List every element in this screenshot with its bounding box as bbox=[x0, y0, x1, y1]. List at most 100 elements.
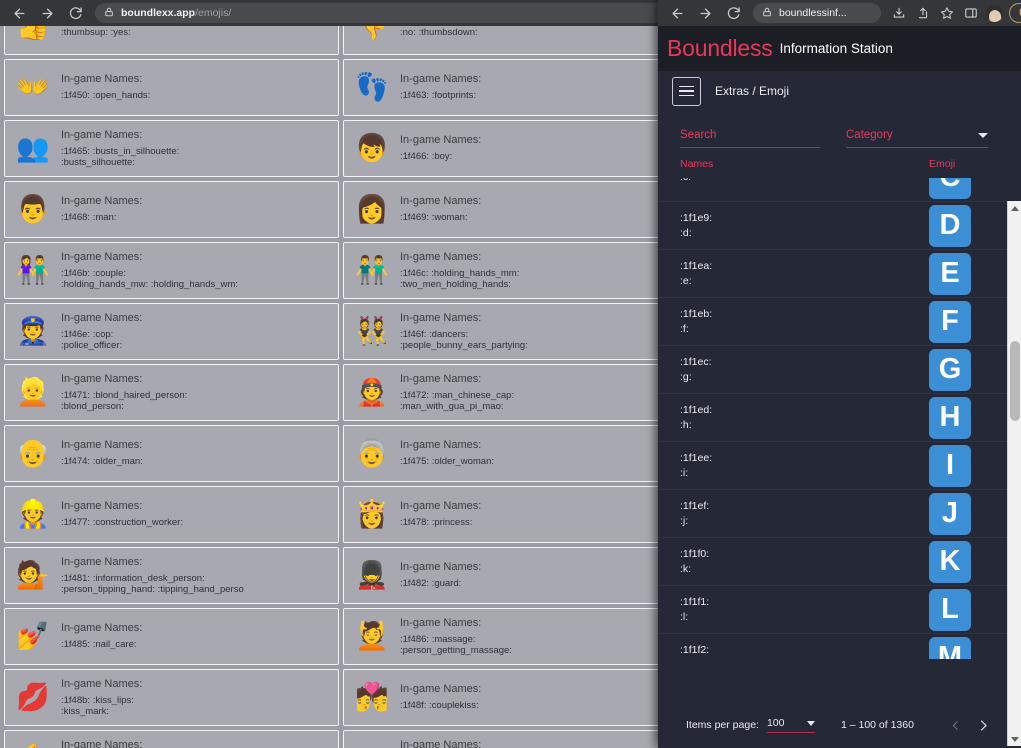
reload-button[interactable] bbox=[62, 2, 88, 24]
emoji-card[interactable]: 💪In-game Names::1f4aa: :muscle::right_bi… bbox=[4, 730, 339, 748]
emoji-card[interactable]: 👲 In-game Names::1f472: :man_chinese_cap:… bbox=[343, 364, 678, 421]
table-row[interactable]: :c:C bbox=[658, 178, 1021, 202]
table-row[interactable]: :1f1f2::m:M bbox=[658, 634, 1021, 659]
emoji-card[interactable]: 👩 In-game Names::1f469: :woman: bbox=[343, 181, 678, 238]
back-button[interactable] bbox=[6, 2, 32, 24]
reload-button[interactable] bbox=[720, 2, 746, 24]
emoji-glyph: 👲 bbox=[355, 377, 389, 407]
emoji-names: :1f44d: :+1::thumbsup: :yes: bbox=[61, 26, 131, 38]
table-row[interactable]: :1f1ec::g: G bbox=[658, 346, 1021, 394]
in-game-names-label: In-game Names: bbox=[400, 311, 482, 324]
in-game-names-label: In-game Names: bbox=[61, 500, 143, 513]
emoji-glyph: 👸 bbox=[355, 499, 389, 529]
regional-indicator-glyph: J bbox=[929, 492, 971, 535]
scroll-down-icon[interactable] bbox=[1008, 732, 1021, 746]
next-page-button[interactable] bbox=[970, 711, 998, 739]
emoji-card[interactable]: 💁 In-game Names::1f481: :information_desk… bbox=[4, 547, 339, 604]
emoji-card[interactable]: 💆 In-game Names::1f486: :massage::person_… bbox=[343, 608, 678, 665]
emoji-card[interactable]: 👷 In-game Names::1f477: :construction_wor… bbox=[4, 486, 339, 543]
category-select[interactable]: Category bbox=[846, 129, 988, 148]
in-game-names-label: In-game Names: bbox=[61, 439, 143, 452]
update-button[interactable]: Update bbox=[1009, 3, 1021, 23]
emoji-card[interactable]: 💋 In-game Names::1f48b: :kiss_lips::kiss_… bbox=[4, 669, 339, 726]
emoji-card[interactable]: 👨 In-game Names::1f468: :man: bbox=[4, 181, 339, 238]
back-button[interactable] bbox=[664, 2, 690, 24]
emoji-card-text: In-game Names::1f474: :older_man: bbox=[57, 439, 334, 467]
emoji-names: :1f48f: :couplekiss: bbox=[400, 700, 479, 712]
in-game-names-label: In-game Names: bbox=[61, 677, 143, 690]
emoji-glyph: 👩 bbox=[355, 194, 389, 224]
emoji-glyph: 👴 bbox=[16, 438, 50, 468]
table-row[interactable]: :1f1ef::j: J bbox=[658, 490, 1021, 538]
emoji-card[interactable]: 👥 In-game Names::1f465: :busts_in_silhoue… bbox=[4, 120, 339, 177]
table-row[interactable]: :1f1e9::d: D bbox=[658, 202, 1021, 250]
emoji-card[interactable]: 👱 In-game Names::1f471: :blond_haired_per… bbox=[4, 364, 339, 421]
boundless-app: Boundless Information Station Extras / E… bbox=[658, 26, 1021, 748]
emoji-names: :1f469: :woman: bbox=[400, 212, 468, 224]
emoji-card[interactable]: 👮 In-game Names::1f46e: :cop::police_offi… bbox=[4, 303, 339, 360]
row-emoji: F bbox=[929, 300, 999, 343]
emoji-card[interactable]: 👵 In-game Names::1f475: :older_woman: bbox=[343, 425, 678, 482]
emoji-card[interactable]: 👴 In-game Names::1f474: :older_man: bbox=[4, 425, 339, 482]
row-emoji: J bbox=[929, 492, 999, 535]
share-icon[interactable] bbox=[912, 3, 934, 23]
previous-page-button[interactable] bbox=[942, 711, 970, 739]
forward-button[interactable] bbox=[34, 2, 60, 24]
hamburger-menu-icon[interactable] bbox=[672, 76, 701, 106]
scrollbar-thumb[interactable] bbox=[1010, 341, 1020, 421]
table-row[interactable]: :1f1ed::h: H bbox=[658, 394, 1021, 442]
table-row[interactable]: :1f1ee::i: I bbox=[658, 442, 1021, 490]
emoji-card[interactable]: 💏 In-game Names::1f48f: :couplekiss: bbox=[343, 669, 678, 726]
column-header-names: Names bbox=[680, 158, 714, 170]
emoji-card[interactable]: 👫 In-game Names::1f46b: :couple::holding_… bbox=[4, 242, 339, 299]
row-emoji: G bbox=[929, 348, 999, 391]
emoji-card[interactable]: 👯 In-game Names::1f46f: :dancers::people_… bbox=[343, 303, 678, 360]
emoji-names: :1f486: :massage::person_getting_massage… bbox=[400, 633, 512, 656]
search-input[interactable]: Search bbox=[680, 129, 820, 148]
emoji-names: :1f485: :nail_care: bbox=[61, 639, 137, 651]
row-name-secondary: :l: bbox=[680, 610, 689, 623]
emoji-card[interactable]: 👸 In-game Names::1f478: :princess: bbox=[343, 486, 678, 543]
table-row[interactable]: :1f1f1::l: L bbox=[658, 586, 1021, 634]
breadcrumb: Extras / Emoji bbox=[715, 84, 790, 98]
emoji-card[interactable]: 👬 In-game Names::1f46c: :holding_hands_mm… bbox=[343, 242, 678, 299]
emoji-card[interactable]: 👎:1f44e: :-1::no: :thumbsdown: bbox=[343, 26, 678, 55]
row-name-secondary: :k: bbox=[680, 562, 692, 575]
in-game-names-label: In-game Names: bbox=[400, 73, 482, 86]
chevron-down-icon[interactable] bbox=[978, 133, 988, 138]
scroll-up-icon[interactable] bbox=[1008, 201, 1021, 215]
side-panel-icon[interactable] bbox=[960, 3, 982, 23]
emoji-glyph: 👮 bbox=[16, 316, 50, 346]
table-row[interactable]: :1f1ea::e: E bbox=[658, 250, 1021, 298]
install-app-icon[interactable] bbox=[888, 3, 910, 23]
emoji-names: :1f46c: :holding_hands_mm::two_men_holdi… bbox=[400, 267, 520, 290]
emoji-names: :1f471: :blond_haired_person::blond_pers… bbox=[61, 389, 188, 412]
forward-button[interactable] bbox=[692, 2, 718, 24]
emoji-card-text: In-game Names::1f485: :nail_care: bbox=[57, 622, 334, 650]
items-per-page-select[interactable]: 100 bbox=[766, 717, 815, 733]
regional-indicator-glyph: K bbox=[929, 540, 971, 583]
emoji-names: :1f48b: :kiss_lips::kiss_mark: bbox=[61, 694, 134, 717]
emoji-card[interactable]: 💂 In-game Names::1f482: :guard: bbox=[343, 547, 678, 604]
row-names: :1f1ee::i: bbox=[680, 451, 929, 481]
emoji-card[interactable]: 💅 In-game Names::1f485: :nail_care: bbox=[4, 608, 339, 665]
profile-avatar-icon[interactable] bbox=[986, 4, 1003, 22]
emoji-names: :1f463: :footprints: bbox=[400, 90, 477, 102]
star-icon[interactable] bbox=[936, 3, 958, 23]
table-row[interactable]: :1f1f0::k: K bbox=[658, 538, 1021, 586]
emoji-card[interactable]: 👦 In-game Names::1f466: :boy: bbox=[343, 120, 678, 177]
app-scrollbar[interactable] bbox=[1007, 201, 1021, 746]
emoji-card[interactable]: 👍:1f44d: :+1::thumbsup: :yes: bbox=[4, 26, 339, 55]
row-emoji: C bbox=[929, 178, 999, 199]
table-row[interactable]: :1f1eb::f: F bbox=[658, 298, 1021, 346]
lock-icon bbox=[104, 4, 114, 22]
emoji-glyph: 💅 bbox=[16, 621, 50, 651]
emoji-card-text: In-game Names::1f482: :guard: bbox=[396, 561, 673, 589]
emoji-card[interactable]: 👐 In-game Names::1f450: :open_hands: bbox=[4, 59, 339, 116]
emoji-card[interactable]: 💻In-game Names::1f4bb: :computer::laptop… bbox=[343, 730, 678, 748]
row-name-secondary: :g: bbox=[680, 370, 692, 383]
emoji-names: :1f481: :information_desk_person::person… bbox=[61, 572, 244, 595]
address-bar[interactable]: boundlessinf... bbox=[753, 3, 881, 23]
emoji-card[interactable]: 👣 In-game Names::1f463: :footprints: bbox=[343, 59, 678, 116]
paginator: Items per page: 100 1 – 100 of 1360 bbox=[658, 702, 1021, 748]
